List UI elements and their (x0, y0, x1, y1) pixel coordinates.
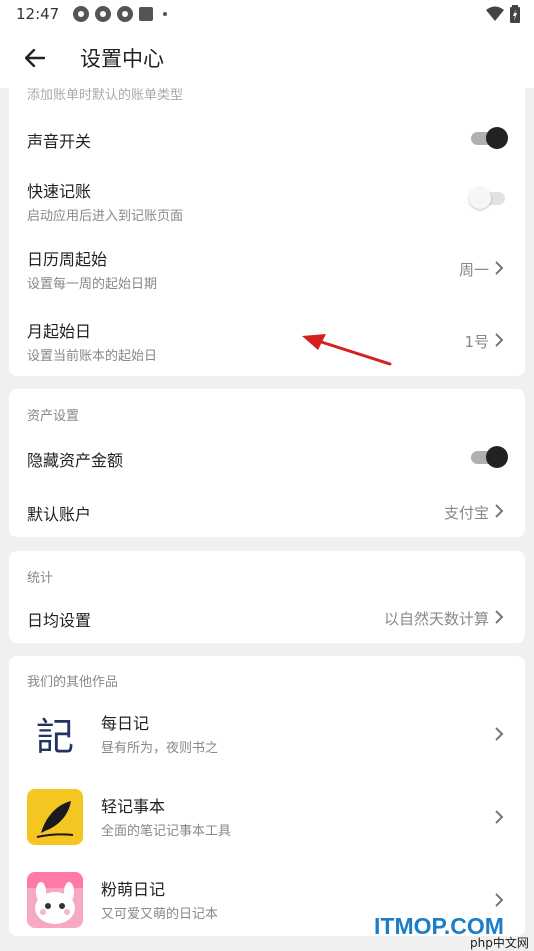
row-title: 隐藏资产金额 (27, 451, 124, 470)
row-title: 月起始日 (27, 322, 92, 341)
sound-toggle[interactable] (469, 126, 509, 150)
more-notifications-dot (163, 12, 168, 16)
row-title: 快速记账 (27, 182, 92, 201)
row-title: 默认账户 (27, 505, 92, 524)
back-button[interactable] (20, 49, 50, 67)
row-value: 以自然天数计算 (383, 610, 489, 628)
toggle-knob (486, 446, 508, 468)
notification-icon (117, 6, 134, 22)
month-start-row[interactable]: 月起始日 设置当前账本的起始日 1号 (9, 308, 525, 368)
row-value: 1号 (464, 333, 489, 351)
row-value: 支付宝 (443, 504, 489, 522)
row-title: 日均设置 (27, 611, 92, 630)
row-title: 声音开关 (27, 132, 92, 151)
row-subtitle: 启动应用后进入到记账页面 (27, 209, 184, 224)
svg-text:記: 記 (36, 715, 74, 759)
section-label: 统计 (27, 571, 54, 586)
notification-icons (73, 6, 168, 22)
page-title: 设置中心 (80, 47, 164, 71)
meiriji-logo: 記 (27, 706, 83, 762)
stats-card: 统计 日均设置 以自然天数计算 (9, 551, 525, 643)
app-title: 粉萌日记 (101, 880, 166, 899)
back-arrow-icon (25, 49, 45, 67)
chevron-right-icon (495, 893, 504, 907)
week-start-row[interactable]: 日历周起始 设置每一周的起始日期 周一 (9, 236, 525, 296)
chevron-right-icon (495, 261, 504, 275)
notification-icon (73, 6, 90, 22)
app-title: 轻记事本 (101, 797, 166, 816)
hide-asset-toggle[interactable] (469, 445, 509, 469)
chevron-right-icon (495, 727, 504, 741)
app-subtitle: 昼有所为，夜则书之 (101, 741, 219, 756)
watermark-sub: php中文网 (470, 936, 529, 950)
toggle-knob (469, 187, 491, 209)
section-label: 我们的其他作品 (27, 675, 119, 690)
status-bar: 12:47 (0, 0, 534, 28)
app-bar: 设置中心 (0, 28, 534, 88)
section-label: 资产设置 (27, 409, 80, 424)
wifi-icon (486, 6, 504, 21)
default-account-row[interactable]: 默认账户 支付宝 (9, 487, 525, 537)
chevron-right-icon (495, 504, 504, 518)
app-subtitle: 全面的笔记记事本工具 (101, 824, 232, 839)
asset-settings-card: 资产设置 隐藏资产金额 默认账户 支付宝 (9, 389, 525, 537)
app-notification-icon (139, 7, 154, 21)
hide-asset-amount-row[interactable]: 隐藏资产金额 (9, 433, 525, 483)
general-settings-card: 添加账单时默认的账单类型 声音开关 快速记账 启动应用后进入到记账页面 日历周起… (9, 76, 525, 376)
app-title: 每日记 (101, 714, 150, 733)
quick-record-row[interactable]: 快速记账 启动应用后进入到记账页面 (9, 168, 525, 228)
notification-icon (95, 6, 112, 22)
row-subtitle: 设置每一周的起始日期 (27, 277, 158, 292)
chevron-right-icon (495, 810, 504, 824)
cute-bunny-icon (27, 872, 83, 928)
chevron-right-icon (495, 333, 504, 347)
battery-icon (510, 5, 520, 23)
row-subtitle: 设置当前账本的起始日 (27, 349, 158, 364)
daily-average-row[interactable]: 日均设置 以自然天数计算 (9, 593, 525, 643)
annotation-arrow-icon (302, 334, 392, 366)
app-subtitle: 又可爱又萌的日记本 (101, 907, 219, 922)
status-time: 12:47 (16, 5, 60, 23)
quick-record-toggle[interactable] (469, 186, 509, 210)
other-works-card: 我们的其他作品 記 每日记 昼有所为，夜则书之 轻记事本 全面的笔记记事本工具 (9, 656, 525, 936)
app-row-meiriji[interactable]: 記 每日记 昼有所为，夜则书之 (9, 698, 525, 768)
chevron-right-icon (495, 610, 504, 624)
app-row-notebook[interactable]: 轻记事本 全面的笔记记事本工具 (9, 781, 525, 851)
sound-switch-row[interactable]: 声音开关 (9, 114, 525, 164)
system-icons (486, 5, 520, 23)
row-title: 日历周起始 (27, 250, 108, 269)
row-value: 周一 (458, 261, 489, 279)
feather-icon (27, 789, 83, 845)
toggle-knob (486, 127, 508, 149)
